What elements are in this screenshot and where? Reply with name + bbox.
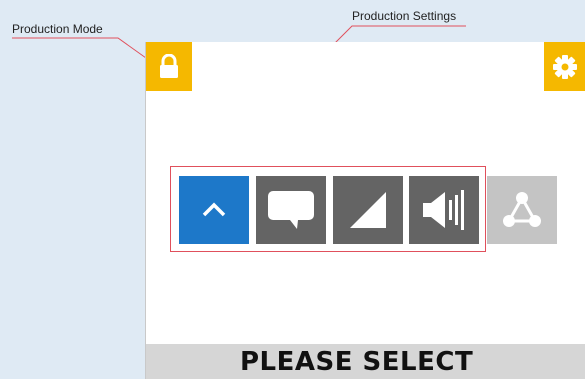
contrast-settings-button[interactable]: [333, 176, 403, 244]
speaker-volume-icon: [423, 190, 464, 230]
status-bar: PLEASE SELECT: [146, 344, 585, 379]
contrast-triangle-icon: [350, 192, 386, 228]
production-mode-leader-line: [12, 37, 161, 69]
scroll-up-button[interactable]: [179, 176, 249, 244]
lock-icon: [160, 53, 178, 78]
settings-button[interactable]: [544, 42, 585, 91]
speech-bubble-icon: [268, 191, 314, 229]
please-select-prompt: PLEASE SELECT: [240, 347, 474, 377]
chevron-up-icon: [202, 202, 226, 217]
production-mode-button[interactable]: [146, 42, 192, 91]
production-settings-callout: Production Settings: [352, 9, 457, 23]
network-share-icon: [503, 192, 541, 227]
device-screen: PLEASE SELECT: [145, 42, 585, 379]
volume-settings-button[interactable]: [409, 176, 479, 244]
production-mode-callout: Production Mode: [12, 22, 103, 36]
message-settings-button[interactable]: [256, 176, 326, 244]
network-settings-button[interactable]: [487, 176, 557, 244]
gear-icon: [553, 54, 577, 79]
